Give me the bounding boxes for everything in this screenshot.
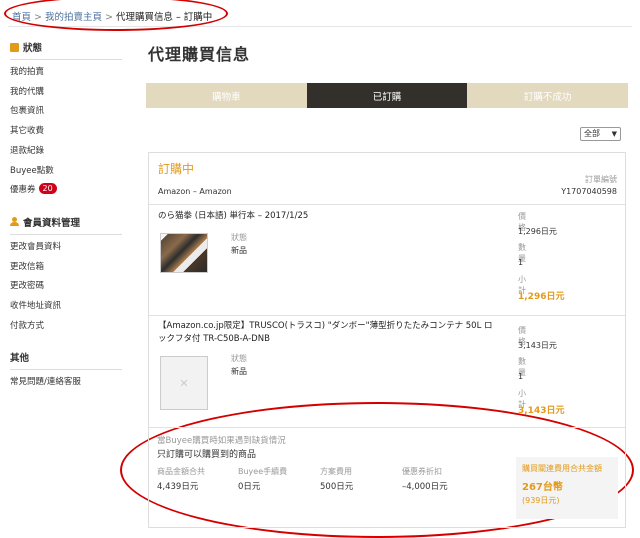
divider bbox=[149, 427, 625, 428]
item-title[interactable]: のら猫拳 (日本語) 単行本 – 2017/1/25 bbox=[158, 210, 308, 223]
item-title-line: 【Amazon.co.jp限定】TRUSCO(トラスコ) "ダンボー"薄型折りた… bbox=[158, 321, 493, 331]
sidebar-item-points[interactable]: Buyee點數 bbox=[10, 162, 122, 182]
sidebar-item-change-password[interactable]: 更改密碼 bbox=[10, 277, 122, 297]
store-name: Amazon – Amazon bbox=[158, 187, 232, 196]
order-number: Y1707040598 bbox=[561, 187, 617, 196]
item-title[interactable]: 【Amazon.co.jp限定】TRUSCO(トラスコ) "ダンボー"薄型折りた… bbox=[158, 320, 493, 346]
item-title-line: ックフタ付 TR-C50B-A-DNB bbox=[158, 334, 270, 344]
page-title: 代理購買信息 bbox=[148, 45, 251, 64]
price-value: 3,143日元 bbox=[518, 341, 557, 350]
sidebar-heading-other: 其他 bbox=[10, 350, 122, 371]
sidebar-item-addresses[interactable]: 收件地址資訊 bbox=[10, 297, 122, 317]
subtotal-value: 3,143日元 bbox=[518, 406, 565, 416]
coupon-discount-label: 優惠券折扣 bbox=[402, 467, 442, 476]
sidebar-item-packages[interactable]: 包裹資訊 bbox=[10, 102, 122, 122]
breadcrumb-separator: > bbox=[105, 12, 113, 23]
plan-fee-label: 方案費用 bbox=[320, 467, 352, 476]
item-status-value: 新品 bbox=[231, 246, 247, 255]
sidebar-group-other: 其他 常見問題/連絡客服 bbox=[10, 350, 122, 393]
fee-label: Buyee手續費 bbox=[238, 467, 288, 476]
breadcrumb-home-link[interactable]: 首頁 bbox=[12, 12, 31, 23]
image-placeholder-icon: ✕ bbox=[179, 376, 189, 390]
subtotal-value: 1,296日元 bbox=[518, 292, 565, 302]
sidebar-heading-label: 其他 bbox=[10, 353, 30, 365]
sidebar-heading-status: 狀態 bbox=[10, 40, 122, 60]
person-icon bbox=[10, 217, 19, 227]
sidebar-item-change-email[interactable]: 更改信箱 bbox=[10, 258, 122, 278]
sidebar-heading-label: 狀態 bbox=[23, 43, 43, 54]
item-thumbnail-placeholder[interactable]: ✕ bbox=[160, 356, 208, 410]
fee-value: 0日元 bbox=[238, 482, 261, 492]
item-status-label: 狀態 bbox=[231, 354, 247, 363]
goods-total-label: 商品金額合共 bbox=[157, 467, 205, 476]
sidebar-item-other-charges[interactable]: 其它收費 bbox=[10, 122, 122, 142]
breadcrumb-separator: > bbox=[34, 12, 42, 23]
out-of-stock-note-label: 當Buyee購買時如果遇到缺貨情況 bbox=[157, 436, 286, 446]
order-card: 訂購中 訂單編號 Amazon – Amazon Y1707040598 のら猫… bbox=[148, 152, 626, 528]
divider bbox=[149, 204, 625, 205]
tab-cart[interactable]: 購物車 bbox=[146, 83, 307, 108]
price-value: 1,296日元 bbox=[518, 227, 557, 236]
order-number-label: 訂單編號 bbox=[585, 175, 617, 184]
sidebar-item-label: 優惠券 bbox=[10, 185, 36, 196]
sidebar: 狀態 我的拍賣 我的代購 包裹資訊 其它收費 退款紀錄 Buyee點數 優惠券 2… bbox=[10, 40, 122, 403]
sidebar-heading-member: 會員資料管理 bbox=[10, 215, 122, 235]
sidebar-item-refunds[interactable]: 退款紀錄 bbox=[10, 142, 122, 162]
sidebar-item-my-proxy[interactable]: 我的代購 bbox=[10, 83, 122, 103]
filter-dropdown[interactable]: 全部 ▼ bbox=[580, 127, 621, 141]
chevron-down-icon: ▼ bbox=[611, 130, 617, 138]
sidebar-group-member: 會員資料管理 更改會員資料 更改信箱 更改密碼 收件地址資訊 付款方式 bbox=[10, 215, 122, 337]
breadcrumb: 首頁 > 我的拍賣主頁 > 代理購買信息 – 訂購中 bbox=[12, 9, 212, 23]
item-status-label: 狀態 bbox=[231, 233, 247, 242]
grand-total-twd: 267台幣 bbox=[522, 482, 563, 493]
out-of-stock-note-value: 只訂購可以購買到的商品 bbox=[157, 450, 257, 460]
grand-total-label: 購買關連費用合共金額 bbox=[522, 464, 602, 473]
header-divider bbox=[8, 26, 632, 27]
quantity-value: 1 bbox=[518, 258, 524, 267]
tab-ordered[interactable]: 已訂購 bbox=[306, 83, 468, 108]
book-icon bbox=[10, 42, 19, 52]
breadcrumb-mypage-link[interactable]: 我的拍賣主頁 bbox=[45, 12, 102, 23]
coupon-count-badge: 20 bbox=[38, 183, 57, 195]
tab-failed[interactable]: 訂購不成功 bbox=[467, 83, 629, 108]
item-thumbnail[interactable] bbox=[160, 233, 208, 273]
sidebar-item-faq[interactable]: 常見問題/連絡客服 bbox=[10, 373, 122, 393]
sidebar-heading-label: 會員資料管理 bbox=[23, 217, 81, 229]
grand-total-box: 購買關連費用合共金額 267台幣 (939日元) bbox=[516, 457, 618, 519]
sidebar-item-coupons[interactable]: 優惠券 20 bbox=[10, 181, 122, 201]
sidebar-item-edit-profile[interactable]: 更改會員資料 bbox=[10, 238, 122, 258]
sidebar-item-my-auctions[interactable]: 我的拍賣 bbox=[10, 63, 122, 83]
item-status-value: 新品 bbox=[231, 367, 247, 376]
plan-fee-value: 500日元 bbox=[320, 482, 354, 492]
filter-selected-value: 全部 bbox=[584, 129, 600, 138]
coupon-discount-value: –4,000日元 bbox=[402, 482, 448, 492]
grand-total-jpy: (939日元) bbox=[522, 496, 560, 505]
breadcrumb-current: 代理購買信息 – 訂購中 bbox=[115, 12, 213, 23]
sidebar-group-status: 狀態 我的拍賣 我的代購 包裹資訊 其它收費 退款紀錄 Buyee點數 優惠券 2… bbox=[10, 40, 122, 201]
order-status: 訂購中 bbox=[158, 162, 195, 176]
quantity-value: 1 bbox=[518, 372, 524, 381]
order-tabs: 購物車 已訂購 訂購不成功 bbox=[146, 83, 629, 108]
divider bbox=[149, 315, 625, 316]
sidebar-item-payment[interactable]: 付款方式 bbox=[10, 317, 122, 337]
goods-total-value: 4,439日元 bbox=[157, 482, 199, 492]
